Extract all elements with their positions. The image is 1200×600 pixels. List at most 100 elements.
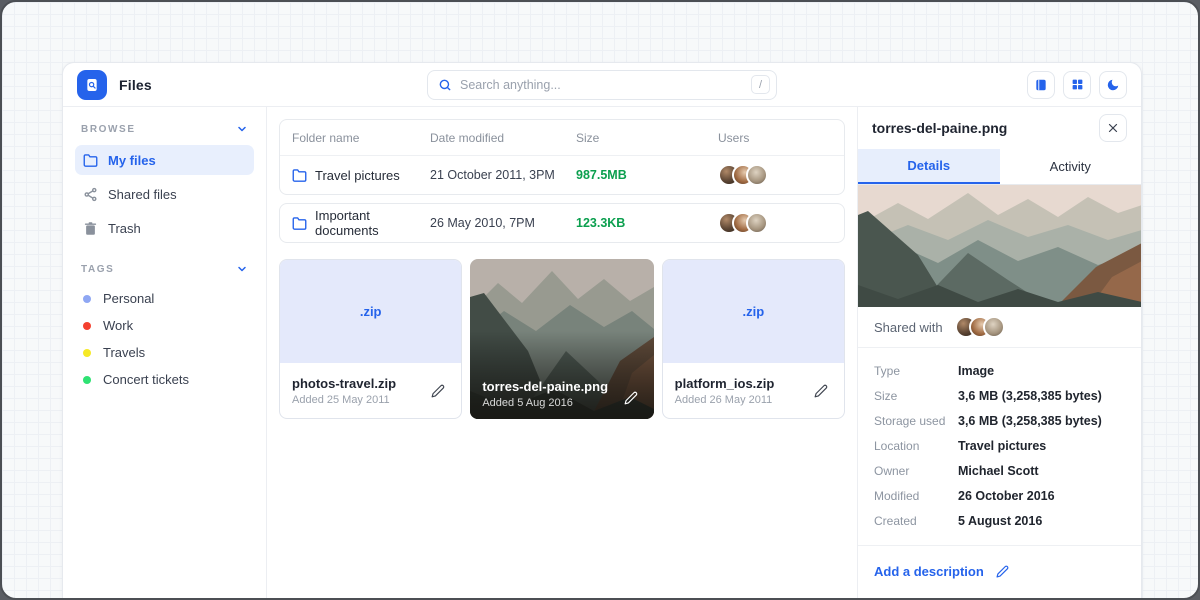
- detail-value: Travel pictures: [958, 439, 1046, 453]
- detail-value: 5 August 2016: [958, 514, 1042, 528]
- detail-row-location: Location Travel pictures: [874, 433, 1125, 458]
- tab-details[interactable]: Details: [858, 149, 1000, 184]
- edit-pencil-icon[interactable]: [620, 387, 642, 409]
- file-name: photos-travel.zip: [292, 376, 396, 391]
- add-description-link[interactable]: Add a description: [874, 564, 984, 579]
- file-card-platform-ios-zip[interactable]: .zip platform_ios.zip Added 26 May 2011: [662, 259, 845, 419]
- search-zone: /: [267, 70, 937, 100]
- app-logo-icon[interactable]: [77, 70, 107, 100]
- image-preview: [858, 185, 1141, 307]
- table-row-important-documents[interactable]: Important documents 26 May 2010, 7PM 123…: [280, 204, 844, 242]
- desktop-background: Files /: [0, 0, 1200, 600]
- folder-icon: [292, 216, 307, 231]
- tag-color-dot: [83, 349, 91, 357]
- file-card-photos-travel-zip[interactable]: .zip photos-travel.zip Added 25 May 2011: [279, 259, 462, 419]
- tab-activity[interactable]: Activity: [1000, 149, 1142, 184]
- zip-preview: .zip: [280, 260, 461, 363]
- column-date-modified: Date modified: [430, 131, 576, 145]
- browse-section-header[interactable]: BROWSE: [75, 121, 254, 145]
- card-footer: photos-travel.zip Added 25 May 2011: [280, 363, 461, 418]
- tag-item-personal[interactable]: Personal: [75, 285, 254, 312]
- column-users: Users: [718, 131, 832, 145]
- panel-title-row: torres-del-paine.png: [858, 107, 1141, 149]
- table-row-travel-pictures[interactable]: Travel pictures 21 October 2011, 3PM 987…: [280, 156, 844, 194]
- close-panel-button[interactable]: [1099, 114, 1127, 142]
- sidebar-item-label: Trash: [108, 221, 141, 236]
- sidebar-item-shared-files[interactable]: Shared files: [75, 179, 254, 209]
- notebook-button[interactable]: [1027, 71, 1055, 99]
- chevron-down-icon[interactable]: [236, 123, 248, 135]
- edit-pencil-icon[interactable]: [992, 560, 1014, 582]
- size-cell: 123.3KB: [576, 216, 718, 230]
- tag-item-travels[interactable]: Travels: [75, 339, 254, 366]
- detail-value: 3,6 MB (3,258,385 bytes): [958, 414, 1102, 428]
- detail-value: Michael Scott: [958, 464, 1039, 478]
- tag-label: Work: [103, 318, 133, 333]
- users-avatar-stack: [718, 164, 832, 186]
- file-added-date: Added 5 Aug 2016: [482, 397, 608, 409]
- file-name: platform_ios.zip: [675, 376, 775, 391]
- detail-label: Created: [874, 514, 958, 528]
- search-shortcut-key: /: [751, 75, 770, 94]
- file-added-date: Added 25 May 2011: [292, 394, 396, 406]
- details-panel: torres-del-paine.png Details Activity: [857, 107, 1141, 598]
- detail-label: Modified: [874, 489, 958, 503]
- main-content: Folder name Date modified Size Users Tra…: [267, 107, 857, 598]
- dark-mode-button[interactable]: [1099, 71, 1127, 99]
- search-icon: [438, 78, 452, 92]
- brand: Files: [77, 70, 267, 100]
- detail-value: 26 October 2016: [958, 489, 1055, 503]
- file-added-date: Added 26 May 2011: [675, 394, 775, 406]
- chevron-down-icon[interactable]: [236, 263, 248, 275]
- tag-label: Travels: [103, 345, 145, 360]
- shared-avatar-stack: [955, 316, 1005, 338]
- avatar: [746, 164, 768, 186]
- avatar: [746, 212, 768, 234]
- notebook-icon: [1034, 78, 1048, 92]
- card-footer: torres-del-paine.png Added 5 Aug 2016: [470, 369, 653, 419]
- avatar: [983, 316, 1005, 338]
- tag-item-work[interactable]: Work: [75, 312, 254, 339]
- file-card-torres-del-paine-png[interactable]: torres-del-paine.png Added 5 Aug 2016: [470, 259, 653, 419]
- close-icon: [1107, 122, 1119, 134]
- zip-badge: .zip: [742, 304, 764, 319]
- column-size: Size: [576, 131, 718, 145]
- edit-pencil-icon[interactable]: [810, 380, 832, 402]
- tag-color-dot: [83, 322, 91, 330]
- detail-label: Size: [874, 389, 958, 403]
- card-meta: platform_ios.zip Added 26 May 2011: [675, 376, 775, 406]
- panel-file-title: torres-del-paine.png: [872, 120, 1007, 136]
- panel-tabs: Details Activity: [858, 149, 1141, 185]
- dark-mode-moon-icon: [1106, 78, 1120, 92]
- file-name: torres-del-paine.png: [482, 379, 608, 394]
- top-actions: [937, 71, 1127, 99]
- detail-label: Type: [874, 364, 958, 378]
- table-header: Folder name Date modified Size Users: [280, 120, 844, 156]
- folder-table-row-card: Important documents 26 May 2010, 7PM 123…: [279, 203, 845, 243]
- detail-row-created: Created 5 August 2016: [874, 508, 1125, 533]
- column-folder-name: Folder name: [292, 131, 430, 145]
- detail-value: Image: [958, 364, 994, 378]
- sidebar-item-my-files[interactable]: My files: [75, 145, 254, 175]
- sidebar-item-trash[interactable]: Trash: [75, 213, 254, 243]
- date-modified-cell: 21 October 2011, 3PM: [430, 168, 576, 182]
- detail-row-storage-used: Storage used 3,6 MB (3,258,385 bytes): [874, 408, 1125, 433]
- trash-icon: [83, 221, 98, 236]
- folder-name-cell: Important documents: [292, 208, 430, 238]
- detail-row-modified: Modified 26 October 2016: [874, 483, 1125, 508]
- folder-name-text: Travel pictures: [315, 168, 400, 183]
- tags-section-title: TAGS: [81, 264, 114, 275]
- detail-label: Owner: [874, 464, 958, 478]
- shared-with-row: Shared with: [858, 307, 1141, 348]
- zip-badge: .zip: [360, 304, 382, 319]
- edit-pencil-icon[interactable]: [427, 380, 449, 402]
- date-modified-cell: 26 May 2010, 7PM: [430, 216, 576, 230]
- tags-section-header[interactable]: TAGS: [75, 261, 254, 285]
- grid-view-button[interactable]: [1063, 71, 1091, 99]
- search-box[interactable]: /: [427, 70, 777, 100]
- detail-row-size: Size 3,6 MB (3,258,385 bytes): [874, 383, 1125, 408]
- card-meta: photos-travel.zip Added 25 May 2011: [292, 376, 396, 406]
- search-input[interactable]: [460, 78, 743, 92]
- tag-item-concert-tickets[interactable]: Concert tickets: [75, 366, 254, 393]
- folder-table: Folder name Date modified Size Users Tra…: [279, 119, 845, 195]
